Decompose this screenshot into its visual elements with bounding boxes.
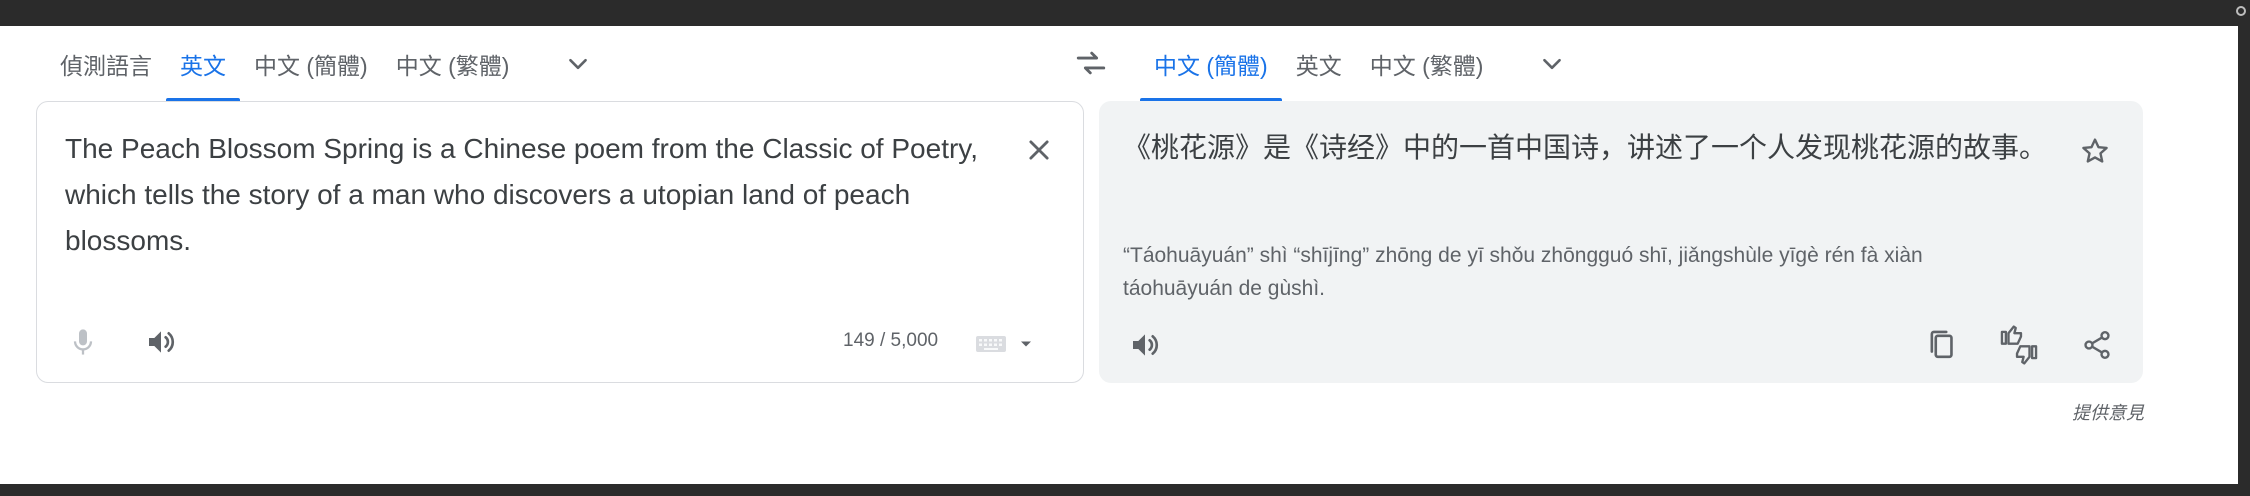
swap-languages-button[interactable]: [1068, 40, 1114, 86]
input-tools-button[interactable]: [975, 326, 1047, 362]
target-more-languages-button[interactable]: [1527, 26, 1577, 101]
star-icon: [2082, 138, 2108, 163]
tab-chinese-simplified[interactable]: 中文 (簡體): [1140, 26, 1282, 101]
character-count: 149 / 5,000: [843, 330, 939, 351]
tab-label: 中文 (繁體): [395, 52, 510, 79]
speaker-icon: [1133, 334, 1159, 356]
transliteration-text: “Táohuāyuán” shì “shījīng” zhōng de yī s…: [1123, 244, 1923, 300]
caret-down-icon: [1021, 341, 1031, 347]
target-language-tabs: 中文 (簡體) 英文 中文 (繁體): [1140, 26, 1577, 101]
share-icon: [2084, 331, 2110, 359]
tab-label: 英文: [1295, 52, 1342, 79]
tab-english[interactable]: 英文: [166, 26, 240, 101]
source-language-tabs: 偵測語言 英文 中文 (簡體) 中文 (繁體): [46, 26, 603, 101]
keyboard-icon: [976, 336, 1006, 352]
tab-chinese-traditional[interactable]: 中文 (繁體): [1356, 26, 1498, 101]
tab-chinese-simplified[interactable]: 中文 (簡體): [240, 26, 382, 101]
clear-source-button[interactable]: [1019, 130, 1059, 170]
tab-label: 中文 (簡體): [254, 52, 368, 79]
tab-english[interactable]: 英文: [1282, 26, 1356, 101]
translate-page: 偵測語言 英文 中文 (簡體) 中文 (繁體) 中文 (簡體) 英文 中文 (繁…: [0, 26, 2238, 484]
source-more-languages-button[interactable]: [553, 26, 603, 101]
swap-languages-icon: [1076, 51, 1106, 75]
listen-translation-button[interactable]: [1123, 323, 1167, 367]
window-corner-indicator: [2236, 6, 2246, 16]
close-icon: [1029, 140, 1049, 160]
translation-panel: 《桃花源》是《诗经》中的一首中国诗，讲述了一个人发现桃花源的故事。 “Táohu…: [1099, 101, 2143, 383]
translation-text: 《桃花源》是《诗经》中的一首中国诗，讲述了一个人发现桃花源的故事。: [1123, 132, 2048, 163]
voice-input-button[interactable]: [61, 320, 105, 364]
microphone-icon: [73, 329, 93, 355]
tab-label: 中文 (簡體): [1154, 52, 1268, 79]
thumbs-icon: [2000, 325, 2038, 365]
source-text-panel: The Peach Blossom Spring is a Chinese po…: [36, 101, 1084, 383]
speaker-icon: [149, 331, 175, 353]
tab-label: 偵測語言: [60, 52, 152, 79]
share-translation-button[interactable]: [2075, 323, 2119, 367]
tab-chinese-traditional[interactable]: 中文 (繁體): [382, 26, 524, 101]
copy-translation-button[interactable]: [1919, 323, 1963, 367]
rate-translation-button[interactable]: [1995, 321, 2043, 369]
copy-icon: [1930, 330, 1953, 359]
listen-source-button[interactable]: [139, 320, 183, 364]
source-text-input[interactable]: The Peach Blossom Spring is a Chinese po…: [65, 126, 995, 264]
save-translation-button[interactable]: [2075, 131, 2115, 171]
chevron-down-icon: [569, 58, 588, 69]
tab-label: 英文: [180, 52, 226, 79]
tab-label: 中文 (繁體): [1369, 52, 1484, 79]
tab-detect-language[interactable]: 偵測語言: [46, 26, 166, 101]
send-feedback-link[interactable]: 提供意見: [2072, 399, 2144, 425]
chevron-down-icon: [1543, 58, 1562, 69]
